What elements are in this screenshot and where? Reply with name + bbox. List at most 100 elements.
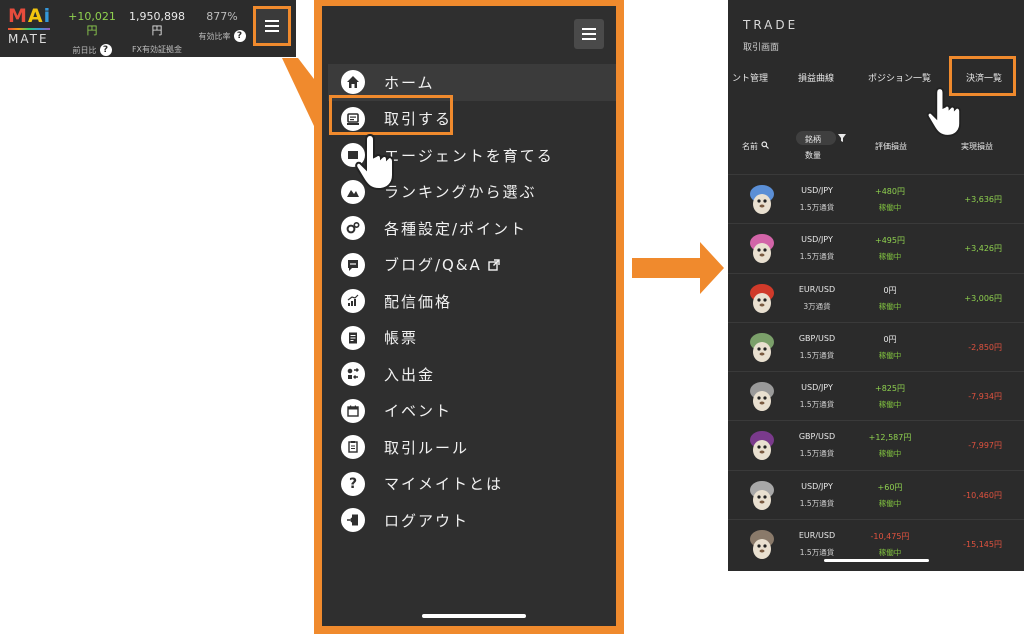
eval-pnl-value: 0円 [883, 285, 897, 295]
agent-avatar-icon [750, 234, 774, 264]
status-badge: 稼働中 [878, 400, 902, 410]
eval-pnl-column-header: 評価損益 [875, 142, 907, 151]
ratio-value: 877% [206, 10, 238, 23]
ratio-label: 有効比率 [198, 31, 231, 41]
home-indicator [422, 614, 526, 618]
name-column-header[interactable]: 名前 [742, 141, 769, 152]
hamburger-menu-button[interactable] [253, 6, 291, 46]
symbol-text: EUR/USD [798, 284, 836, 294]
eval-pnl-value: +60円 [877, 482, 903, 492]
symbol-text: USD/JPY [801, 383, 833, 393]
tab-positions[interactable]: ポジション一覧 [868, 71, 931, 84]
help-icon[interactable]: ? [99, 44, 112, 56]
quantity-text: 1.5万通貨 [799, 548, 835, 558]
page-subtitle: 取引画面 [743, 43, 780, 53]
page-title: TRADE [743, 18, 799, 32]
price-chart-icon [341, 289, 365, 314]
menu-item-event[interactable]: イベント [328, 393, 616, 430]
question-icon: ? [341, 471, 365, 496]
agent-avatar-icon [750, 283, 774, 313]
table-row[interactable]: GBP/USD 1.5万通貨 +12,587円 稼働中 -7,997円 [728, 420, 1024, 469]
status-badge: 稼働中 [878, 203, 902, 212]
menu-item-transfer[interactable]: 入出金 [328, 356, 616, 393]
quantity-text: 1.5万通貨 [799, 449, 835, 459]
status-badge: 稼働中 [878, 301, 902, 311]
realized-pnl-value: +3,636円 [964, 195, 1002, 204]
menu-close-button[interactable] [574, 19, 604, 49]
tab-agent-management[interactable]: ント管理 [732, 71, 768, 84]
settings-icon [341, 216, 365, 241]
agent-avatar-icon [750, 185, 774, 214]
tap-hand-icon [355, 133, 394, 191]
quantity-text: 3万通貨 [803, 301, 831, 311]
menu-item-label: マイメイトとは [384, 475, 504, 494]
menu-item-price[interactable]: 配信価格 [328, 283, 616, 320]
realized-pnl-value: +3,006円 [964, 293, 1002, 303]
margin-stat: 1,950,898円 FX有効証拠金 [124, 10, 190, 55]
trade-screen: TRADE 取引画面 ント管理 損益曲線 ポジション一覧 決済一覧 名前 銘柄 … [728, 0, 1024, 571]
quantity-text: 1.5万通貨 [799, 252, 835, 262]
margin-value: 1,950,898円 [129, 10, 185, 37]
menu-item-label: イベント [384, 402, 453, 421]
menu-item-label: 入出金 [384, 365, 436, 384]
realized-pnl-column-header: 実現損益 [961, 142, 993, 151]
eval-pnl-value: +825円 [875, 384, 905, 394]
symbol-text: EUR/USD [798, 531, 836, 541]
menu-item-logout[interactable]: ログアウト [328, 502, 616, 539]
mai-mate-logo[interactable]: MAi MATE [8, 6, 56, 50]
day-change-label: 前日比 [72, 45, 97, 55]
table-row[interactable]: EUR/USD 3万通貨 0円稼働中 +3,006円 [728, 272, 1024, 322]
menu-item-rules[interactable]: 取引ルール [328, 429, 616, 466]
blog-icon [341, 252, 365, 277]
symbol-text: USD/JPY [801, 235, 833, 245]
menu-item-label: ブログ/Q&A [384, 256, 482, 275]
agent-avatar-icon [750, 480, 774, 510]
external-link-icon [488, 259, 500, 271]
symbol-text: GBP/USD [798, 432, 836, 442]
quantity-column-header: 数量 [805, 151, 821, 160]
tab-pnl-curve[interactable]: 損益曲線 [798, 71, 834, 84]
report-icon [341, 325, 365, 350]
realized-pnl-value: +3,426円 [964, 244, 1002, 254]
menu-item-label: 配信価格 [384, 292, 453, 311]
agent-table: USD/JPY 1.5万通貨 +480円 稼働中 +3,636円 USD/JPY 1.5万通… [728, 174, 1024, 568]
table-row[interactable]: GBP/USD 1.5万通貨 0円稼働中 -2,850円 [728, 321, 1024, 371]
realized-pnl-value: -15,145円 [963, 540, 1002, 550]
menu-item-label: 帳票 [384, 329, 419, 348]
realized-pnl-value: -7,934円 [968, 392, 1002, 402]
menu-item-label: ログアウト [384, 511, 470, 530]
home-indicator [824, 559, 929, 562]
logout-icon [341, 508, 365, 533]
realized-pnl-value: -2,850円 [968, 342, 1002, 352]
menu-item-label: 取引ルール [384, 438, 470, 457]
menu-item-blog[interactable]: ブログ/Q&A [328, 247, 616, 284]
table-row[interactable]: USD/JPY 1.5万通貨 +495円稼働中 +3,426円 [728, 223, 1024, 272]
status-badge: 稼働中 [878, 252, 902, 262]
eval-pnl-value: +495円 [875, 236, 905, 246]
table-row[interactable]: USD/JPY 1.5万通貨 +825円 稼働中 -7,934円 [728, 371, 1024, 420]
table-row[interactable]: USD/JPY 1.5万通貨 +60円 稼働中 -10,460円 [728, 469, 1024, 519]
next-step-arrow [632, 242, 724, 294]
transfer-icon [341, 362, 365, 387]
status-badge: 稼働中 [878, 350, 902, 360]
eval-pnl-value: +480円 [875, 187, 905, 196]
day-change-stat: +10,021円 前日比? [64, 10, 120, 56]
help-icon[interactable]: ? [233, 30, 246, 42]
ratio-stat: 877% 有効比率? [194, 10, 250, 42]
menu-item-label: ホーム [384, 73, 435, 92]
quantity-text: 1.5万通貨 [799, 350, 835, 360]
calendar-icon [341, 398, 365, 423]
eval-pnl-value: 0円 [883, 334, 897, 344]
status-badge: 稼働中 [878, 548, 902, 558]
symbol-text: GBP/USD [798, 333, 836, 343]
filter-icon[interactable] [838, 134, 846, 142]
table-row[interactable]: USD/JPY 1.5万通貨 +480円 稼働中 +3,636円 [728, 174, 1024, 223]
trade-item-highlight [329, 95, 453, 135]
menu-item-report[interactable]: 帳票 [328, 320, 616, 357]
realized-pnl-value: -10,460円 [963, 490, 1002, 500]
logo-subtext: MATE [8, 32, 49, 46]
menu-item-about[interactable]: ? マイメイトとは [328, 466, 616, 503]
eval-pnl-value: -10,475円 [870, 532, 910, 542]
menu-item-settings[interactable]: 各種設定/ポイント [328, 210, 616, 247]
symbol-text: USD/JPY [801, 481, 833, 491]
